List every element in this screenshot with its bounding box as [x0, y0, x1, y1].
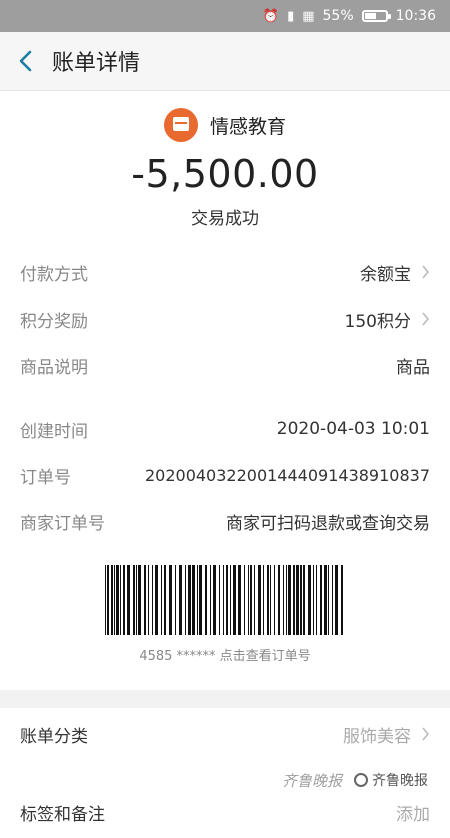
transaction-amount: -5,500.00 [131, 152, 319, 196]
option-label: 账单分类 [20, 726, 88, 747]
app-bar: 账单详情 [0, 32, 450, 91]
detail-row-merchant-order: 商家订单号 商家可扫码退款或查询交易 [0, 498, 450, 544]
tags-notes-row[interactable]: 标签和备注 添加 [0, 786, 450, 838]
chevron-right-icon [422, 312, 430, 326]
option-value: 服饰美容 [343, 726, 411, 747]
network-icon: ▦ [302, 8, 315, 24]
page-title: 账单详情 [52, 51, 141, 76]
detail-label: 订单号 [20, 467, 71, 488]
option-value: 添加 [396, 804, 430, 825]
detail-row-description: 商品说明 商品 [0, 342, 450, 388]
barcode-caption[interactable]: 4585 ****** 点击查看订单号 [0, 645, 450, 664]
merchant[interactable]: 情感教育 [0, 108, 450, 142]
detail-value: 2020-04-03 10:01 [276, 419, 430, 439]
back-button[interactable] [0, 32, 52, 90]
battery-icon [361, 10, 391, 22]
detail-label: 商品说明 [20, 357, 88, 378]
detail-list: 付款方式 余额宝 积分奖励 150积分 商品说明 商品 创建时间 2020-04… [0, 248, 450, 544]
detail-row-payment-method[interactable]: 付款方式 余额宝 [0, 248, 450, 296]
wechat-icon [354, 773, 368, 787]
barcode-section[interactable]: 4585 ****** 点击查看订单号 [0, 565, 450, 664]
watermark-text: 齐鲁晚报 [281, 771, 342, 790]
status-bar: ⏰ ▮ ▦ 55% 10:36 [0, 0, 450, 32]
chevron-left-icon [19, 50, 32, 72]
watermark: 齐鲁晚报 齐鲁晚报 [282, 768, 434, 792]
detail-label: 商家订单号 [20, 513, 105, 534]
transaction-status: 交易成功 [191, 209, 259, 229]
signal-icon: ▮ [287, 8, 295, 24]
detail-value: 2020040322001444091438910837 [144, 465, 430, 485]
bill-options: 账单分类 服饰美容 标签和备注 添加 [0, 708, 450, 825]
detail-value: 商品 [396, 357, 430, 378]
section-divider [0, 690, 450, 708]
detail-row-points[interactable]: 积分奖励 150积分 [0, 296, 450, 342]
merchant-name: 情感教育 [209, 115, 286, 138]
detail-row-order-number: 订单号 2020040322001444091438910837 [0, 452, 450, 498]
merchant-logo-icon [163, 108, 198, 142]
battery-percent: 55% [322, 8, 354, 24]
detail-label: 积分奖励 [20, 311, 88, 332]
bill-category-row[interactable]: 账单分类 服饰美容 [0, 708, 450, 760]
barcode-image[interactable] [103, 565, 347, 635]
detail-label: 创建时间 [20, 421, 88, 442]
alarm-icon: ⏰ [262, 8, 280, 24]
clock: 10:36 [395, 8, 436, 24]
detail-value: 商家可扫码退款或查询交易 [226, 513, 430, 534]
detail-label: 付款方式 [20, 264, 88, 285]
transaction-summary: 情感教育 -5,500.00 交易成功 [0, 92, 450, 229]
chevron-right-icon [422, 265, 430, 279]
detail-row-created-time: 创建时间 2020-04-03 10:01 [0, 406, 450, 452]
chevron-right-icon [422, 727, 430, 741]
detail-value: 余额宝 [360, 264, 411, 285]
option-label: 标签和备注 [20, 804, 105, 825]
detail-value: 150积分 [344, 311, 411, 332]
watermark-logo: 齐鲁晚报 [348, 768, 434, 792]
